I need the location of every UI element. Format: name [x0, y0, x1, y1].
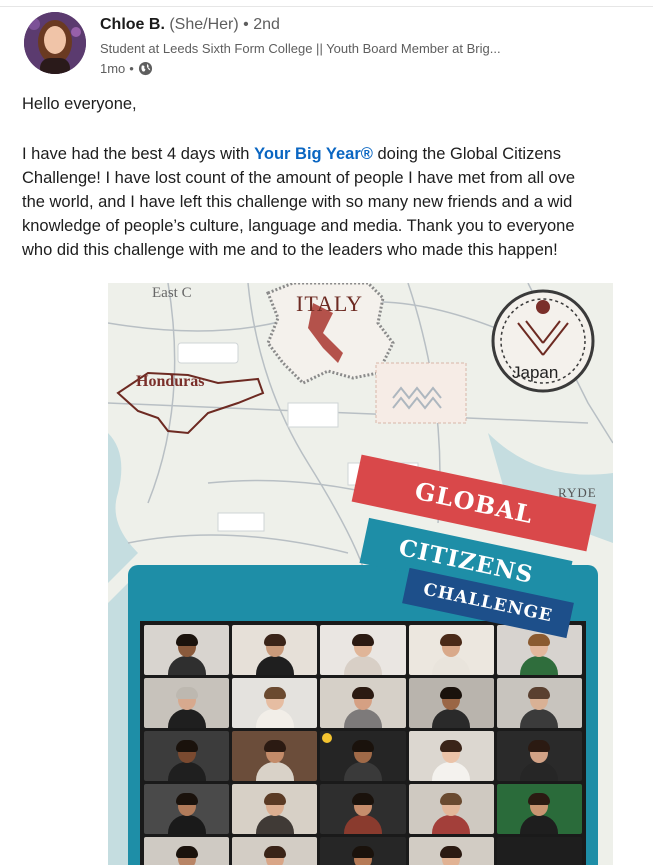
greeting-text: Hello everyone, [22, 95, 137, 113]
participant-tile [144, 625, 230, 675]
participant-body [520, 709, 559, 728]
participant-body [343, 709, 382, 728]
participant-body [255, 709, 294, 728]
participant-tile [144, 731, 230, 781]
participant-hair [440, 687, 463, 699]
participant-hair [528, 740, 551, 752]
participant-body [167, 815, 206, 834]
participant-hair [175, 634, 198, 646]
participant-tile [320, 784, 406, 834]
participant-body [343, 762, 382, 781]
author-pronouns: (She/Her) [169, 16, 239, 33]
globe-icon [138, 61, 153, 76]
participant-body [343, 656, 382, 675]
participant-hair [263, 846, 286, 858]
participant-tile [320, 731, 406, 781]
post-time: 1mo [100, 61, 126, 76]
body-line-1: I have had the best 4 days with Your Big… [22, 142, 653, 166]
participant-hair [528, 634, 551, 646]
participant-tile [408, 625, 494, 675]
map-label-honduras: Honduras [136, 373, 205, 390]
body-text-segment: doing the Global Citizens [372, 145, 561, 163]
participant-body [255, 656, 294, 675]
body-line-5: who did this challenge with me and to th… [22, 241, 558, 259]
participant-hair [175, 846, 198, 858]
participant-hair [351, 846, 374, 858]
participant-body [520, 815, 559, 834]
participant-body [520, 656, 559, 675]
participant-tile [320, 837, 406, 865]
body-line-2: Challenge! I have lost count of the amou… [22, 169, 576, 187]
participant-tile [232, 784, 318, 834]
participant-hair [263, 793, 286, 805]
participant-body [255, 762, 294, 781]
participant-hair [351, 634, 374, 646]
participant-tile [144, 678, 230, 728]
post-header: Chloe B. (She/Her) • 2nd Student at Leed… [24, 12, 644, 80]
participant-tile [320, 625, 406, 675]
map-label-east: East C [152, 285, 192, 301]
participant-hair [263, 740, 286, 752]
participant-hair [440, 846, 463, 858]
author-line: Chloe B. (She/Her) • 2nd [100, 16, 280, 34]
participant-hair [351, 793, 374, 805]
feed-divider [0, 6, 653, 7]
author-headline: Student at Leeds Sixth Form College || Y… [100, 41, 501, 56]
your-big-year-link[interactable]: Your Big Year® [254, 145, 373, 163]
participant-body [167, 656, 206, 675]
participant-tile: Syed shoaib (Giigitt... [496, 837, 582, 865]
participant-body [520, 762, 559, 781]
body-line-4: knowledge of people’s culture, language … [22, 217, 575, 235]
post-meta: 1mo • [100, 61, 153, 76]
participant-hair [263, 634, 286, 646]
participant-hair [175, 687, 198, 699]
participant-hair [440, 634, 463, 646]
avatar[interactable] [24, 12, 86, 74]
participant-tile [232, 625, 318, 675]
separator-dot: • [129, 61, 134, 76]
participant-tile [320, 678, 406, 728]
post-image[interactable]: East C ITALY Honduras Japan RYDE Syed sh… [108, 283, 613, 865]
participant-body [167, 762, 206, 781]
participant-body [432, 709, 471, 728]
participant-hair [440, 793, 463, 805]
zoom-participant-grid: Syed shoaib (Giigitt... [140, 621, 586, 865]
participant-hair [528, 687, 551, 699]
map-label-italy: ITALY [296, 291, 364, 316]
participant-tile [232, 731, 318, 781]
map-label-japan: Japan [512, 363, 559, 382]
separator-dot: • [243, 16, 249, 33]
participant-hair [175, 793, 198, 805]
participant-hair [175, 740, 198, 752]
participant-body [432, 815, 471, 834]
participant-tile [496, 731, 582, 781]
reaction-emoji-icon [322, 733, 333, 743]
participant-body [255, 815, 294, 834]
participant-hair [440, 740, 463, 752]
body-text-segment: I have had the best 4 days with [22, 145, 255, 163]
participant-hair [528, 793, 551, 805]
connection-degree: 2nd [253, 16, 280, 33]
participant-tile [232, 678, 318, 728]
participant-body [343, 815, 382, 834]
author-name[interactable]: Chloe B. [100, 16, 165, 33]
body-line-3: the world, and I have left this challeng… [22, 193, 573, 211]
participant-hair [351, 740, 374, 752]
post-body: Hello everyone, I have had the best 4 da… [22, 92, 653, 262]
participant-body [167, 709, 206, 728]
participant-tile [408, 784, 494, 834]
participant-tile [408, 837, 494, 865]
participant-tile [232, 837, 318, 865]
participant-tile [408, 678, 494, 728]
participant-tile [408, 731, 494, 781]
participant-tile [496, 678, 582, 728]
participant-body [432, 656, 471, 675]
participant-hair [351, 687, 374, 699]
participant-hair [263, 687, 286, 699]
participant-tile [496, 784, 582, 834]
participant-tile [144, 784, 230, 834]
participant-body [432, 762, 471, 781]
participant-tile [144, 837, 230, 865]
